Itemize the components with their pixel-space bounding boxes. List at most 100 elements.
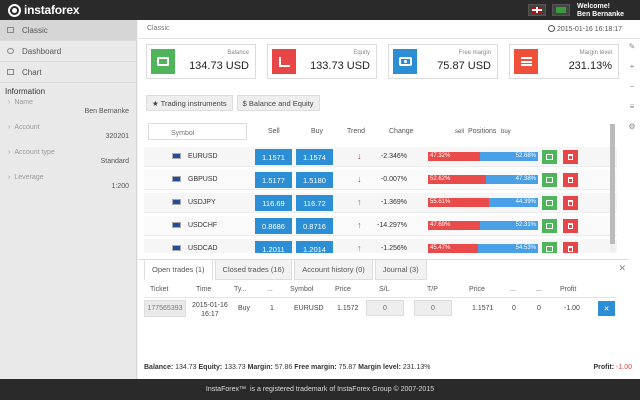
trade-swap: 0: [537, 305, 541, 312]
open-chart-button[interactable]: [542, 196, 557, 210]
minus-icon[interactable]: −: [630, 82, 635, 91]
money-button[interactable]: [552, 4, 570, 16]
buy-button[interactable]: 116.72: [296, 195, 333, 211]
info-label: Leverage: [8, 174, 43, 181]
instruments-scrollbar[interactable]: [610, 124, 615, 252]
change-value: -14.297%: [377, 222, 407, 229]
instruments-list: EURUSD 1.1571 1.1574 ↓ -2.346% 47.32% 52.68% GB…: [138, 147, 628, 253]
trade-row[interactable]: 177565393 2015-01-16 16:17 Buy 1 EURUSD 1…: [144, 298, 617, 320]
instrument-row[interactable]: USDCHF 0.8686 0.8716 ↑ -14.297% 47.69% 52.31%: [144, 216, 617, 236]
positions-bar: 55.61% 44.39%: [428, 198, 538, 207]
remove-instrument-button[interactable]: [563, 196, 578, 210]
chart-icon: [546, 177, 553, 183]
close-trade-button[interactable]: ✕: [598, 301, 615, 316]
tab-account-history[interactable]: Account history (0): [294, 260, 373, 280]
open-chart-button[interactable]: [542, 173, 557, 187]
sell-button[interactable]: 1.1571: [255, 149, 292, 165]
trash-icon: [568, 200, 573, 206]
card-value: 133.73 USD: [310, 60, 370, 72]
sidebar-item-chart[interactable]: Chart: [0, 62, 136, 83]
take-profit-input[interactable]: 0: [414, 300, 452, 316]
sell-button[interactable]: 0.8686: [255, 218, 292, 234]
trend-down-icon: ↓: [357, 174, 362, 184]
header-commission: ...: [510, 286, 516, 293]
language-flag-button[interactable]: [528, 4, 546, 16]
sell-button[interactable]: 1.2011: [255, 241, 292, 253]
trash-icon: [568, 154, 573, 160]
tab-open-trades[interactable]: Open trades (1): [144, 260, 213, 280]
header-trend: Trend: [347, 128, 366, 135]
settings-icon[interactable]: ⚙: [628, 122, 635, 131]
positions-sell: 47.32%: [428, 152, 481, 161]
close-icon[interactable]: ✕: [618, 263, 626, 274]
datetime-text: 2015-01-16 16:18:17: [557, 26, 622, 33]
positions-bar: 47.69% 52.31%: [428, 221, 538, 230]
list-icon[interactable]: ≡: [630, 102, 635, 111]
change-value: -1.256%: [380, 245, 407, 252]
plus-icon[interactable]: +: [630, 62, 635, 71]
margin-level-label: Margin level:: [358, 364, 401, 371]
wallet-icon: [151, 49, 175, 74]
symbol-search-input[interactable]: [148, 123, 247, 140]
positions-buy: 47.38%: [485, 175, 538, 184]
main-panel: Classic 2015-01-16 16:18:17 Balance 134.…: [138, 20, 640, 379]
card-value: 134.73 USD: [189, 60, 249, 72]
header-sell-small: sell: [455, 129, 465, 135]
instrument-row[interactable]: USDCAD 1.2011 1.2014 ↑ -1.256% 45.47% 54.53%: [144, 239, 617, 253]
info-label: Account type: [8, 149, 54, 156]
info-value: 1:200: [111, 183, 129, 190]
instrument-symbol: GBPUSD: [188, 176, 218, 183]
welcome-block: Welcome! Ben Bernanke: [577, 3, 624, 19]
sidebar-item-classic[interactable]: Classic: [0, 20, 136, 41]
info-value: Standard: [100, 158, 129, 165]
currency-flag-icon: [172, 245, 181, 251]
tab-trading-instruments[interactable]: ★ Trading instruments: [146, 95, 233, 111]
open-chart-button[interactable]: [542, 219, 557, 233]
trend-down-icon: ↓: [357, 151, 362, 161]
grid-icon: [7, 27, 14, 33]
remove-instrument-button[interactable]: [563, 219, 578, 233]
tab-balance-equity[interactable]: $ Balance and Equity: [236, 95, 320, 111]
scrollbar-thumb[interactable]: [610, 124, 615, 244]
instrument-row[interactable]: USDJPY 116.69 116.72 ↑ -1.369% 55.61% 44.39%: [144, 193, 617, 213]
remove-instrument-button[interactable]: [563, 150, 578, 164]
open-chart-button[interactable]: [542, 242, 557, 253]
remove-instrument-button[interactable]: [563, 173, 578, 187]
tab-journal[interactable]: Journal (3): [374, 260, 427, 280]
logo[interactable]: instaforex: [8, 3, 80, 17]
remove-instrument-button[interactable]: [563, 242, 578, 253]
chart-icon: [7, 69, 14, 75]
instrument-row[interactable]: EURUSD 1.1571 1.1574 ↓ -2.346% 47.32% 52.68%: [144, 147, 617, 167]
sell-button[interactable]: 116.69: [255, 195, 292, 211]
sell-button[interactable]: 1.5177: [255, 172, 292, 188]
tab-closed-trades[interactable]: Closed trades (16): [214, 260, 293, 280]
card-label: Equity: [353, 50, 370, 56]
sidebar: Classic Dashboard Chart Information Name…: [0, 20, 137, 379]
trend-up-icon: ↑: [357, 220, 362, 230]
margin-level-card: Margin level 231.13%: [509, 44, 619, 79]
card-value: 231.13%: [568, 60, 612, 72]
money-icon: [393, 49, 417, 74]
trades-tabs: Open trades (1) Closed trades (16) Accou…: [144, 260, 429, 280]
buy-button[interactable]: 1.2014: [296, 241, 333, 253]
pencil-icon[interactable]: ✎: [629, 42, 636, 51]
trade-price: 1.1572: [337, 305, 359, 312]
buy-button[interactable]: 0.8716: [296, 218, 333, 234]
free-margin-label: Free margin:: [294, 364, 337, 371]
stop-loss-input[interactable]: 0: [366, 300, 404, 316]
buy-button[interactable]: 1.5180: [296, 172, 333, 188]
header-current-price: Price: [469, 286, 485, 293]
info-label: Name: [8, 99, 33, 106]
instrument-tabs: ★ Trading instruments $ Balance and Equi…: [146, 95, 320, 111]
header-volume: ...: [267, 286, 273, 293]
header-buy: Buy: [311, 128, 324, 135]
breadcrumb-bar: Classic 2015-01-16 16:18:17: [138, 20, 640, 39]
sidebar-item-dashboard[interactable]: Dashboard: [0, 41, 136, 62]
clock-icon: [548, 25, 555, 32]
user-name: Ben Bernanke: [577, 11, 625, 18]
footer-brand: InstaForex™: [205, 386, 246, 393]
instrument-row[interactable]: GBPUSD 1.5177 1.5180 ↓ -0.007% 52.62% 47.38%: [144, 170, 617, 190]
info-row-leverage: Leverage 1:200: [0, 171, 136, 196]
open-chart-button[interactable]: [542, 150, 557, 164]
buy-button[interactable]: 1.1574: [296, 149, 333, 165]
